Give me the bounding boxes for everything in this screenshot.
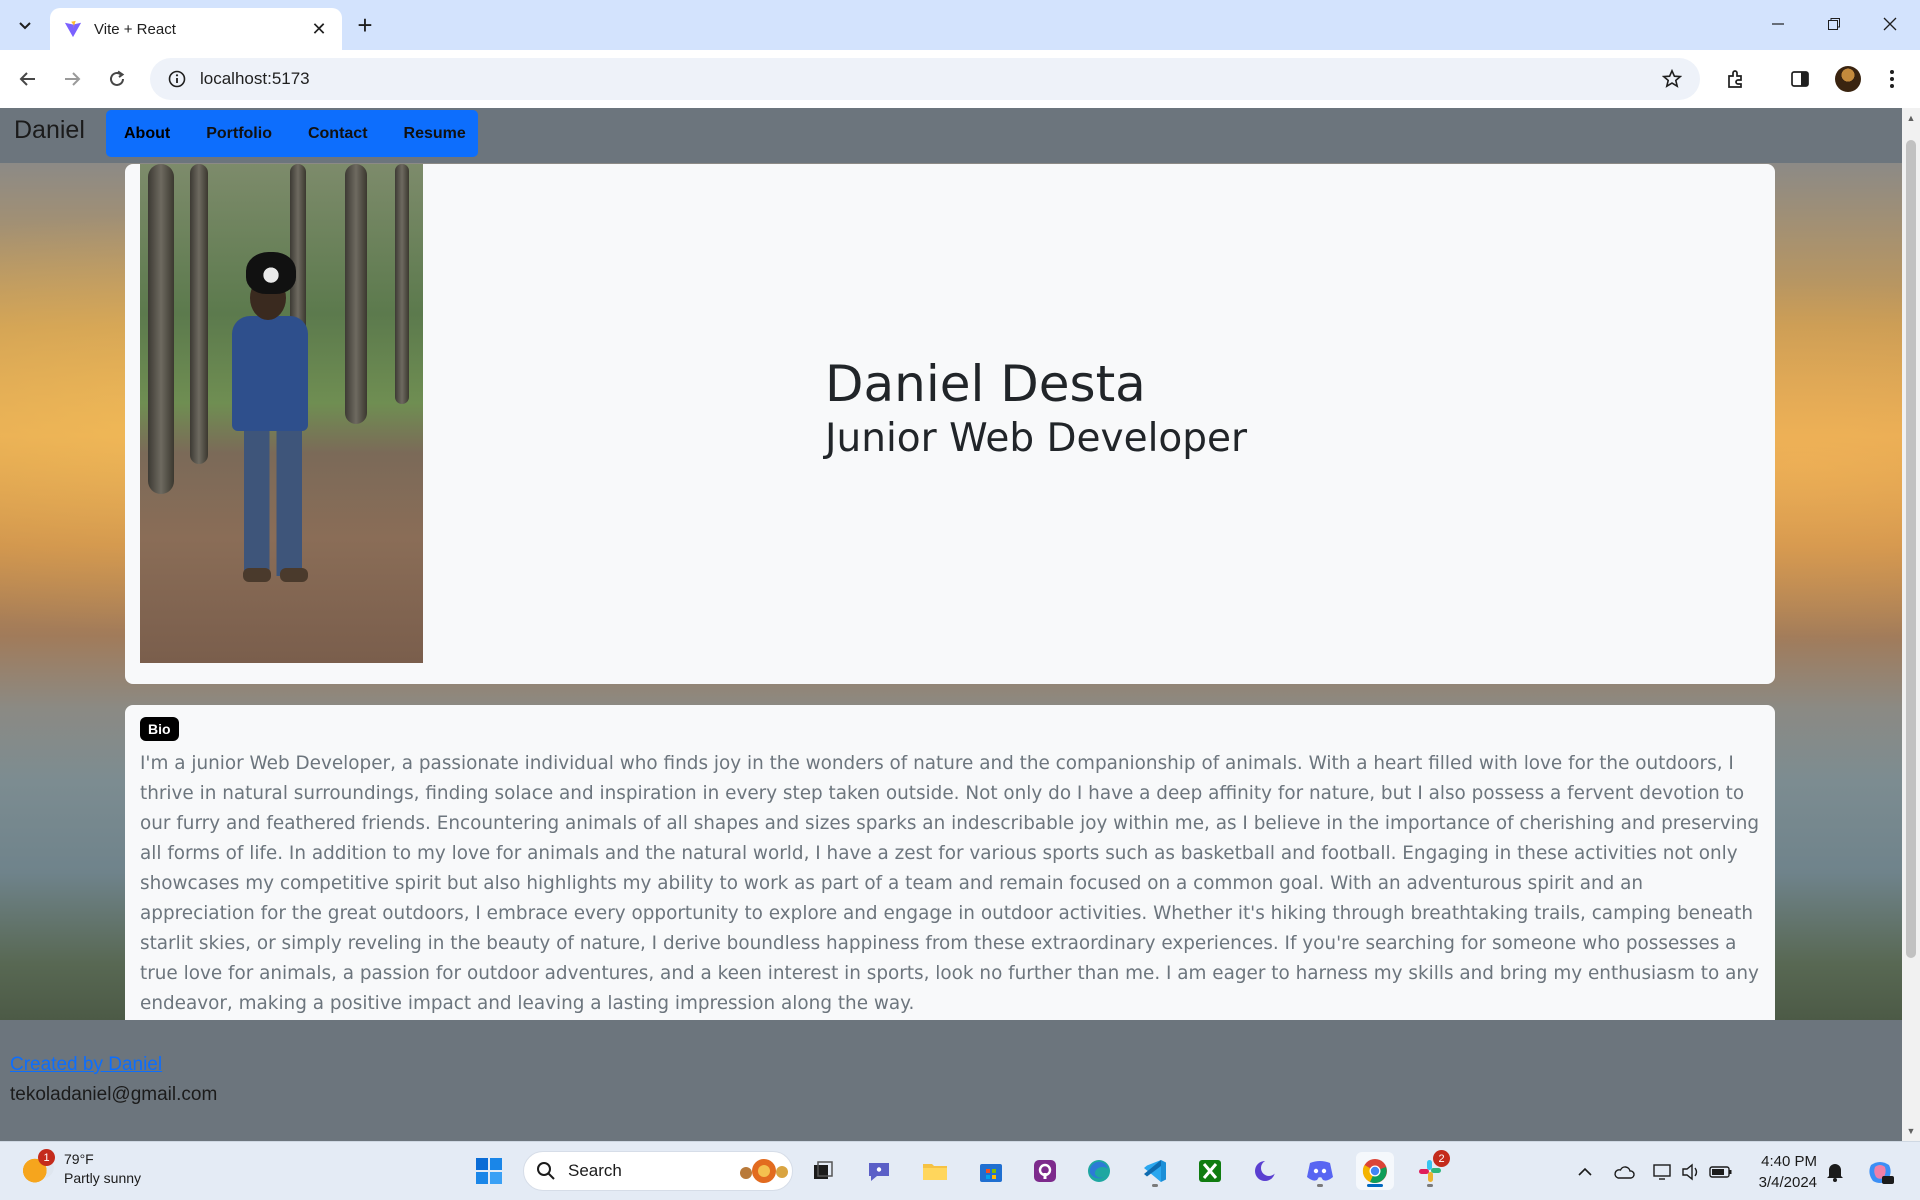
hero-role: Junior Web Developer: [825, 416, 1248, 461]
scroll-up-icon[interactable]: ▲: [1906, 112, 1916, 124]
vite-logo-icon: [64, 20, 82, 38]
page-viewport: Daniel About Portfolio Contact Resume Da…: [0, 108, 1902, 1141]
close-icon: [1883, 17, 1897, 31]
forward-button[interactable]: [56, 63, 88, 95]
nav-link-about[interactable]: About: [106, 110, 188, 157]
hero-name: Daniel Desta: [825, 355, 1146, 413]
show-hidden-icons[interactable]: [1572, 1142, 1598, 1200]
arrow-right-icon: [65, 72, 81, 86]
more-menu-icon[interactable]: [1876, 63, 1908, 95]
onedrive-icon[interactable]: [1610, 1142, 1638, 1200]
microsoft-store-icon[interactable]: [972, 1152, 1010, 1190]
xbox-icon[interactable]: [1191, 1152, 1229, 1190]
bio-card: Bio I'm a junior Web Developer, a passio…: [125, 705, 1775, 1045]
taskbar: 1 79°F Partly sunny Search 2 4:40 PM 3/4…: [0, 1141, 1920, 1200]
nav-link-portfolio[interactable]: Portfolio: [188, 110, 290, 157]
url-text[interactable]: localhost:5173: [200, 69, 1652, 89]
task-view-icon[interactable]: [804, 1152, 842, 1190]
nav-link-contact[interactable]: Contact: [290, 110, 386, 157]
hero-card: Daniel Desta Junior Web Developer: [125, 164, 1775, 684]
minimize-icon: [1772, 23, 1784, 25]
edge-browser-icon[interactable]: [1080, 1152, 1118, 1190]
start-button[interactable]: [470, 1152, 508, 1190]
reload-button[interactable]: [101, 63, 133, 95]
weather-badge: 1: [38, 1149, 55, 1166]
reload-icon: [110, 70, 125, 86]
close-window-button[interactable]: [1862, 0, 1918, 48]
hero-heading-group: Daniel Desta Junior Web Developer: [825, 354, 1247, 465]
tab-search-button[interactable]: [10, 10, 40, 40]
page-scrollbar[interactable]: ▲ ▼: [1902, 108, 1920, 1141]
site-navbar: Daniel About Portfolio Contact Resume: [0, 108, 1902, 163]
weather-temp: 79°F: [64, 1151, 94, 1167]
site-brand[interactable]: Daniel: [14, 116, 85, 145]
taskbar-search[interactable]: Search: [523, 1151, 793, 1191]
discord-icon[interactable]: [1301, 1152, 1339, 1190]
vscode-icon[interactable]: [1136, 1152, 1174, 1190]
restore-icon: [1828, 18, 1840, 30]
site-info-icon[interactable]: [156, 58, 198, 100]
footer-email: tekoladaniel@gmail.com: [10, 1084, 218, 1105]
moon-app-icon[interactable]: [1246, 1152, 1284, 1190]
taskbar-search-placeholder: Search: [568, 1161, 622, 1180]
site-footer: Created by Daniel tekoladaniel@gmail.com: [0, 1020, 1902, 1141]
profile-photo: [140, 164, 423, 663]
bio-badge: Bio: [140, 717, 179, 741]
extensions-icon[interactable]: [1720, 63, 1752, 95]
tab-active[interactable]: Vite + React ✕: [50, 8, 342, 50]
new-tab-button[interactable]: +: [350, 10, 380, 40]
search-highlight-icon: [740, 1159, 788, 1183]
restore-button[interactable]: [1806, 0, 1862, 48]
battery-icon[interactable]: [1706, 1142, 1736, 1200]
arrow-left-icon: [19, 72, 35, 86]
file-explorer-icon[interactable]: [916, 1152, 954, 1190]
back-button[interactable]: [12, 63, 44, 95]
password-manager-icon[interactable]: [1026, 1152, 1064, 1190]
tab-close-icon[interactable]: ✕: [308, 18, 330, 40]
browser-toolbar: localhost:5173: [0, 50, 1920, 108]
address-bar[interactable]: localhost:5173: [150, 58, 1700, 100]
tab-title: Vite + React: [94, 20, 176, 38]
chrome-icon[interactable]: [1356, 1152, 1394, 1190]
copilot-icon[interactable]: [1862, 1142, 1898, 1200]
clock-time: 4:40 PM: [1761, 1153, 1817, 1170]
clock[interactable]: 4:40 PM 3/4/2024: [1745, 1151, 1817, 1193]
teams-chat-icon[interactable]: [860, 1152, 898, 1190]
network-icon[interactable]: [1650, 1142, 1676, 1200]
minimize-button[interactable]: [1750, 0, 1806, 48]
search-icon: [537, 1162, 555, 1180]
notifications-bell-icon[interactable]: [1822, 1142, 1848, 1200]
windows-logo-icon: [476, 1158, 502, 1184]
partly-sunny-icon: 1: [22, 1149, 55, 1185]
scroll-down-icon[interactable]: ▼: [1906, 1125, 1916, 1137]
weather-desc: Partly sunny: [64, 1170, 142, 1186]
chevron-down-icon: [19, 22, 31, 30]
weather-widget[interactable]: 1 79°F Partly sunny: [22, 1149, 142, 1188]
side-panel-icon[interactable]: [1784, 63, 1816, 95]
browser-tabstrip: Vite + React ✕ +: [0, 0, 1920, 50]
volume-icon[interactable]: [1678, 1142, 1704, 1200]
profile-avatar[interactable]: [1832, 63, 1864, 95]
bookmark-star-icon[interactable]: [1652, 59, 1692, 99]
slack-icon[interactable]: 2: [1411, 1150, 1450, 1190]
clock-date: 3/4/2024: [1758, 1174, 1817, 1191]
slack-badge: 2: [1433, 1150, 1450, 1167]
nav-menu: About Portfolio Contact Resume: [106, 110, 478, 157]
footer-credit-link[interactable]: Created by Daniel: [10, 1054, 162, 1076]
bio-paragraph: I'm a junior Web Developer, a passionate…: [140, 753, 1760, 1014]
scroll-thumb[interactable]: [1906, 140, 1916, 958]
nav-link-resume[interactable]: Resume: [386, 110, 484, 157]
